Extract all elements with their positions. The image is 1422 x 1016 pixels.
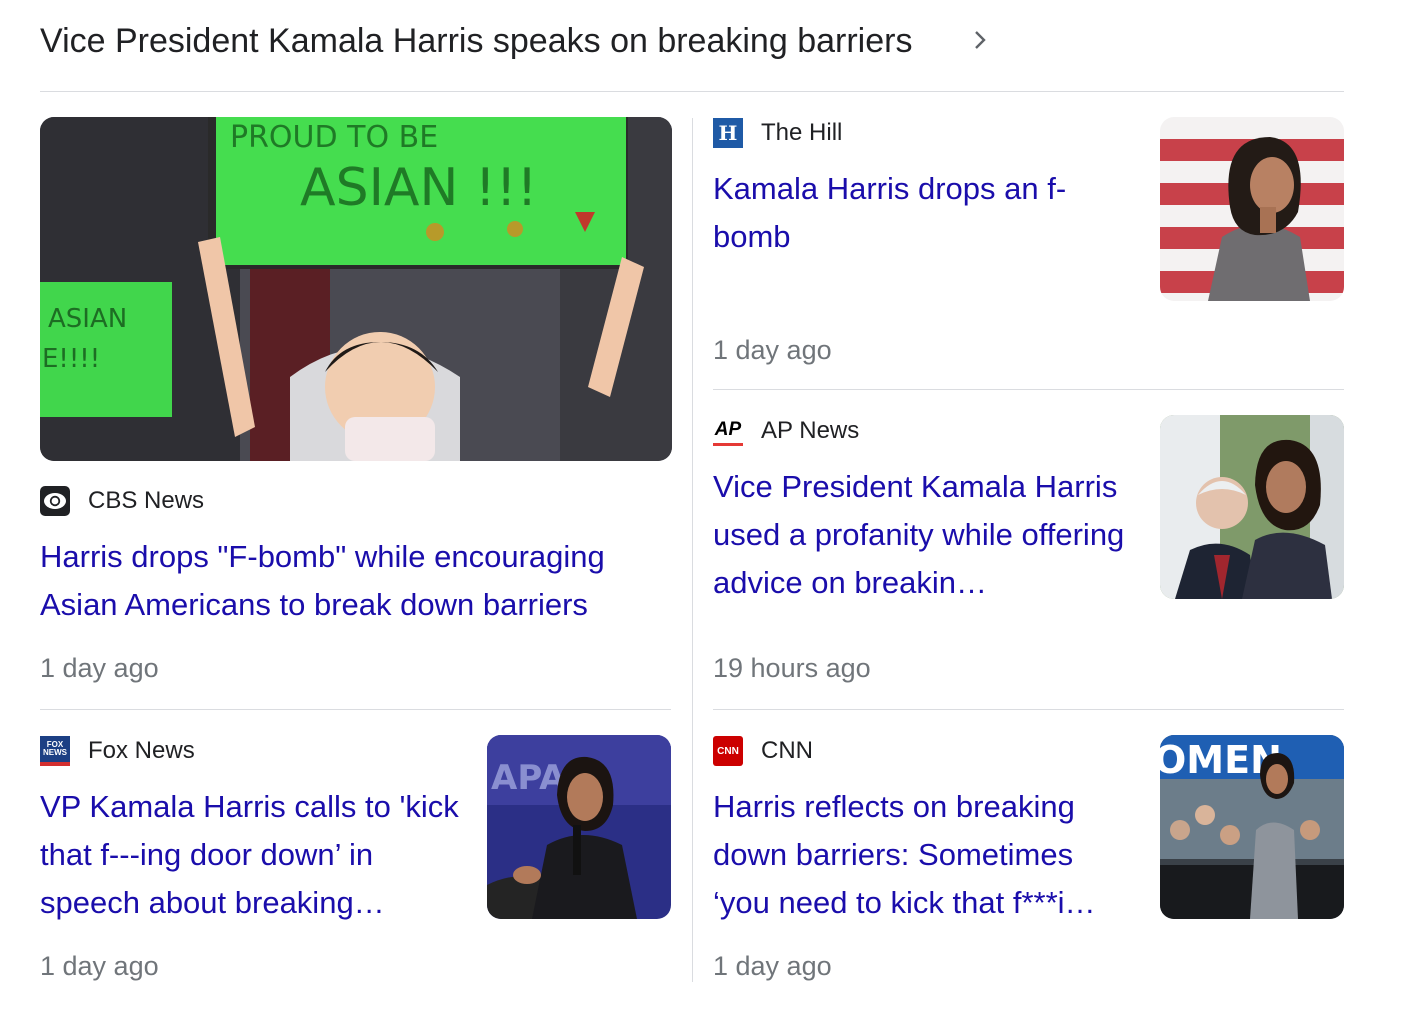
news-card-cbs[interactable]: ASIAN E!!!! PROUD TO BE ASIAN !!! CBS Ne… bbox=[40, 117, 672, 697]
story-image[interactable] bbox=[1160, 415, 1344, 599]
source-row: CNN CNN bbox=[713, 735, 813, 767]
story-headline[interactable]: Vice President Kamala Harris used a prof… bbox=[713, 463, 1133, 607]
fox-news-logo: FOX NEWS bbox=[40, 736, 70, 766]
row-divider bbox=[40, 709, 671, 710]
source-name: AP News bbox=[761, 417, 860, 444]
source-row: AP AP News bbox=[713, 415, 859, 447]
ap-logo: AP bbox=[713, 416, 743, 446]
story-headline[interactable]: Harris drops "F-bomb" while encouraging … bbox=[40, 533, 660, 629]
story-image[interactable]: OMEN bbox=[1160, 735, 1344, 919]
story-time: 1 day ago bbox=[40, 951, 159, 981]
story-time: 1 day ago bbox=[713, 951, 832, 981]
column-divider bbox=[692, 118, 693, 982]
source-row: CBS News bbox=[40, 485, 204, 517]
source-name: CBS News bbox=[88, 487, 205, 514]
row-divider bbox=[713, 389, 1344, 390]
story-time: 1 day ago bbox=[713, 335, 832, 365]
sign-left-text-1: ASIAN bbox=[48, 304, 127, 334]
source-name: Fox News bbox=[88, 737, 195, 764]
the-hill-logo: H bbox=[713, 118, 743, 148]
source-name: The Hill bbox=[761, 119, 843, 146]
source-row: H The Hill bbox=[713, 117, 842, 149]
news-card-cnn[interactable]: CNN CNN Harris reflects on breaking down… bbox=[713, 735, 1344, 995]
section-title[interactable]: Vice President Kamala Harris speaks on b… bbox=[40, 22, 912, 61]
backdrop-text: APA bbox=[491, 758, 566, 798]
news-card-ap[interactable]: AP AP News Vice President Kamala Harris … bbox=[713, 415, 1344, 695]
story-time: 19 hours ago bbox=[713, 653, 871, 683]
sign-main-text-1: PROUD TO BE bbox=[230, 120, 438, 155]
story-image[interactable] bbox=[1160, 117, 1344, 301]
cbs-eye-logo bbox=[40, 486, 70, 516]
story-headline[interactable]: Kamala Harris drops an f-bomb bbox=[713, 165, 1113, 261]
chevron-right-icon[interactable] bbox=[972, 30, 988, 50]
news-card-fox-news[interactable]: FOX NEWS Fox News VP Kamala Harris calls… bbox=[40, 735, 672, 995]
news-card-the-hill[interactable]: H The Hill Kamala Harris drops an f-bomb… bbox=[713, 117, 1344, 377]
story-time: 1 day ago bbox=[40, 653, 159, 683]
source-row: FOX NEWS Fox News bbox=[40, 735, 195, 767]
story-image[interactable]: APA bbox=[487, 735, 671, 919]
story-headline[interactable]: Harris reflects on breaking down barrier… bbox=[713, 783, 1123, 927]
row-divider bbox=[713, 709, 1344, 710]
sign-left-text-2: E!!!! bbox=[42, 344, 100, 374]
story-image[interactable]: ASIAN E!!!! PROUD TO BE ASIAN !!! bbox=[40, 117, 672, 461]
story-headline[interactable]: VP Kamala Harris calls to 'kick that f--… bbox=[40, 783, 460, 927]
source-name: CNN bbox=[761, 737, 813, 764]
section-header[interactable]: Vice President Kamala Harris speaks on b… bbox=[40, 18, 1344, 92]
cnn-logo: CNN bbox=[713, 736, 743, 766]
sign-main-text-2: ASIAN !!! bbox=[300, 158, 537, 218]
